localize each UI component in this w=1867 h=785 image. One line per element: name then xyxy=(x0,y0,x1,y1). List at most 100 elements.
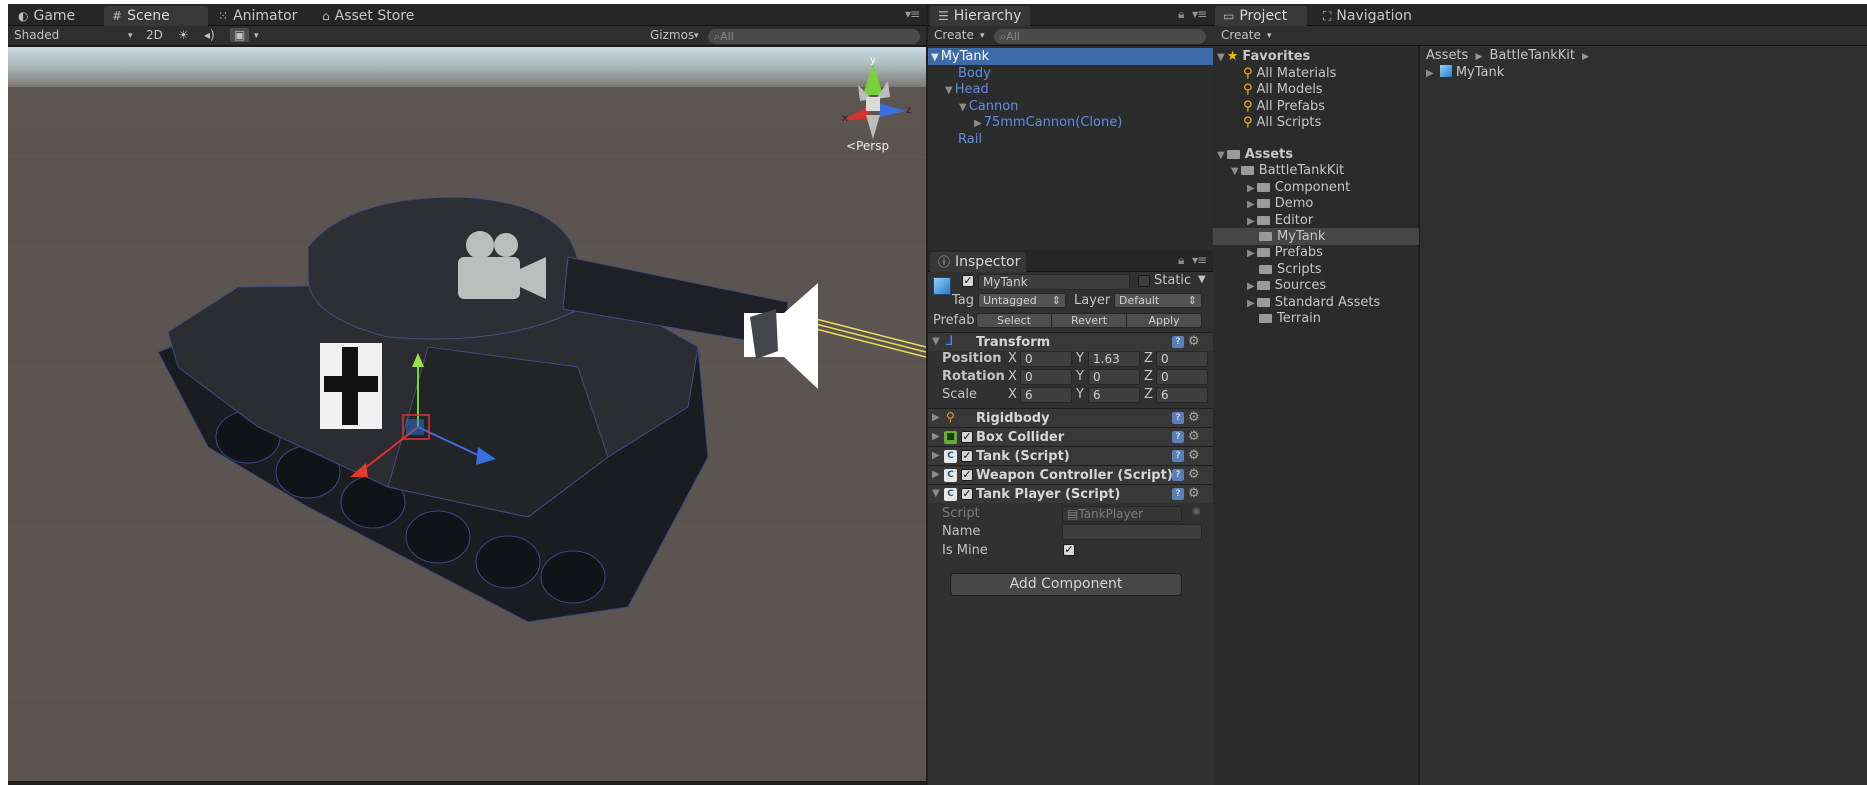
chevron-down-icon[interactable]: ▼ xyxy=(1198,274,1206,285)
effects-dropdown-icon[interactable]: ▾ xyxy=(254,31,259,41)
gear-icon[interactable]: ⚙ xyxy=(1188,334,1200,349)
box-collider-header[interactable]: ▶ ■ ✓ Box Collider ? ⚙ xyxy=(928,427,1213,446)
asset-item-mytank[interactable]: ▶ MyTank xyxy=(1420,64,1860,81)
favorite-all-scripts[interactable]: ⚲ All Scripts xyxy=(1213,114,1419,131)
scene-viewport[interactable]: y x z <Persp xyxy=(8,47,926,781)
folder-editor[interactable]: ▶ Editor xyxy=(1213,212,1419,229)
favorites-header[interactable]: ▼ ★ Favorites xyxy=(1213,48,1419,65)
draw-mode-dropdown[interactable]: Shaded xyxy=(14,28,59,42)
gear-icon[interactable]: ⚙ xyxy=(1188,467,1200,482)
rotation-y-field[interactable]: 0 xyxy=(1088,369,1140,385)
audio-toggle-icon[interactable]: ◂) xyxy=(204,28,215,42)
collapse-triangle-icon[interactable]: ▶ xyxy=(932,450,940,461)
lock-icon[interactable]: 🔒︎ xyxy=(1178,7,1184,22)
prefab-select-button[interactable]: Select xyxy=(976,313,1052,328)
folder-terrain[interactable]: Terrain xyxy=(1213,310,1419,327)
tab-scene[interactable]: # Scene xyxy=(104,6,208,26)
assets-header[interactable]: ▼ Assets xyxy=(1213,146,1419,163)
gizmos-dropdown[interactable]: Gizmos xyxy=(650,28,694,42)
collapse-triangle-icon[interactable]: ▶ xyxy=(1247,216,1255,227)
breadcrumb-battletankkit[interactable]: BattleTankKit xyxy=(1490,48,1575,63)
scene-search-input[interactable]: ⌕All xyxy=(708,29,920,44)
position-x-field[interactable]: 0 xyxy=(1020,351,1072,367)
hierarchy-item-mytank[interactable]: ▼ MyTank xyxy=(928,48,1213,65)
folder-demo[interactable]: ▶ Demo xyxy=(1213,195,1419,212)
folder-mytank[interactable]: MyTank xyxy=(1213,228,1419,245)
folder-component[interactable]: ▶ Component xyxy=(1213,179,1419,196)
collapse-triangle-icon[interactable]: ▶ xyxy=(1247,298,1255,309)
tab-navigation[interactable]: ⛶ Navigation xyxy=(1315,6,1422,26)
help-icon[interactable]: ? xyxy=(1172,412,1184,424)
static-checkbox[interactable] xyxy=(1138,275,1150,287)
weapon-controller-header[interactable]: ▶ C ✓ Weapon Controller (Script) ? ⚙ xyxy=(928,465,1213,484)
collapse-triangle-icon[interactable]: ▶ xyxy=(1247,199,1255,210)
help-icon[interactable]: ? xyxy=(1172,469,1184,481)
orientation-gizmo[interactable] xyxy=(828,57,918,147)
is-mine-checkbox[interactable]: ✓ xyxy=(1063,544,1075,556)
hierarchy-item-head[interactable]: ▼ Head xyxy=(928,81,1213,98)
collapse-triangle-icon[interactable]: ▶ xyxy=(932,412,940,423)
gear-icon[interactable]: ⚙ xyxy=(1188,410,1200,425)
folder-standard-assets[interactable]: ▶ Standard Assets xyxy=(1213,294,1419,311)
transform-header[interactable]: ▼ ⅃ Transform ? ⚙ xyxy=(928,332,1213,351)
expand-triangle-icon[interactable]: ▼ xyxy=(959,102,967,113)
tab-project[interactable]: ▭ Project xyxy=(1215,6,1307,26)
collapse-triangle-icon[interactable]: ▶ xyxy=(1247,248,1255,259)
hierarchy-item-body[interactable]: Body xyxy=(928,65,1213,82)
prefab-apply-button[interactable]: Apply xyxy=(1126,313,1202,328)
expand-triangle-icon[interactable]: ▼ xyxy=(932,336,940,347)
prefab-revert-button[interactable]: Revert xyxy=(1051,313,1127,328)
panel-menu-icon[interactable]: ▾≡ xyxy=(1192,253,1207,267)
expand-triangle-icon[interactable]: ▼ xyxy=(945,85,953,96)
expand-triangle-icon[interactable]: ▼ xyxy=(1217,52,1225,63)
expand-triangle-icon[interactable]: ▼ xyxy=(1217,150,1225,161)
lock-icon[interactable]: 🔒︎ xyxy=(1178,253,1184,268)
tab-inspector[interactable]: ⓘ Inspector xyxy=(930,252,1026,272)
weapon-controller-enabled-checkbox[interactable]: ✓ xyxy=(961,469,973,481)
name-field[interactable] xyxy=(1062,524,1202,540)
folder-battletankkit[interactable]: ▼ BattleTankKit xyxy=(1213,162,1419,179)
collapse-triangle-icon[interactable]: ▶ xyxy=(1426,68,1434,79)
2d-toggle[interactable]: 2D xyxy=(146,28,163,42)
tag-dropdown[interactable]: Untagged ⇕ xyxy=(978,293,1066,308)
collapse-triangle-icon[interactable]: ▶ xyxy=(932,431,940,442)
position-z-field[interactable]: 0 xyxy=(1156,351,1208,367)
active-checkbox[interactable]: ✓ xyxy=(962,275,974,287)
add-component-button[interactable]: Add Component xyxy=(950,573,1182,596)
scale-y-field[interactable]: 6 xyxy=(1088,387,1140,403)
folder-sources[interactable]: ▶ Sources xyxy=(1213,277,1419,294)
help-icon[interactable]: ? xyxy=(1172,450,1184,462)
help-icon[interactable]: ? xyxy=(1172,431,1184,443)
rotation-x-field[interactable]: 0 xyxy=(1020,369,1072,385)
position-y-field[interactable]: 1.63 xyxy=(1088,351,1140,367)
favorite-all-models[interactable]: ⚲ All Models xyxy=(1213,81,1419,98)
hierarchy-item-cannon[interactable]: ▼ Cannon xyxy=(928,98,1213,115)
expand-triangle-icon[interactable]: ▼ xyxy=(932,488,940,499)
hierarchy-item-rail[interactable]: Rail xyxy=(928,131,1213,148)
create-dropdown[interactable]: Create xyxy=(934,28,974,42)
rotation-z-field[interactable]: 0 xyxy=(1156,369,1208,385)
favorite-all-materials[interactable]: ⚲ All Materials xyxy=(1213,65,1419,82)
tank-script-enabled-checkbox[interactable]: ✓ xyxy=(961,450,973,462)
scale-z-field[interactable]: 6 xyxy=(1156,387,1208,403)
expand-triangle-icon[interactable]: ▼ xyxy=(931,52,939,63)
collapse-triangle-icon[interactable]: ▶ xyxy=(974,118,982,129)
help-icon[interactable]: ? xyxy=(1172,488,1184,500)
create-dropdown[interactable]: Create xyxy=(1221,28,1261,42)
collapse-triangle-icon[interactable]: ▶ xyxy=(932,469,940,480)
layer-dropdown[interactable]: Default ⇕ xyxy=(1114,293,1202,308)
collapse-triangle-icon[interactable]: ▶ xyxy=(1247,281,1255,292)
projection-toggle[interactable]: <Persp xyxy=(846,139,889,153)
panel-menu-icon[interactable]: ▾≡ xyxy=(905,7,920,21)
gear-icon[interactable]: ⚙ xyxy=(1188,429,1200,444)
rigidbody-header[interactable]: ▶ ⚲ Rigidbody ? ⚙ xyxy=(928,408,1213,427)
tab-asset-store[interactable]: ⌂ Asset Store xyxy=(314,6,424,26)
hierarchy-search-input[interactable]: ⌕All xyxy=(994,29,1206,44)
tab-animator[interactable]: ⁙ Animator xyxy=(210,6,307,26)
collapse-triangle-icon[interactable]: ▶ xyxy=(1247,183,1255,194)
scale-x-field[interactable]: 6 xyxy=(1020,387,1072,403)
tank-script-header[interactable]: ▶ C ✓ Tank (Script) ? ⚙ xyxy=(928,446,1213,465)
gear-icon[interactable]: ⚙ xyxy=(1188,448,1200,463)
gear-icon[interactable]: ⚙ xyxy=(1188,486,1200,501)
folder-scripts[interactable]: Scripts xyxy=(1213,261,1419,278)
